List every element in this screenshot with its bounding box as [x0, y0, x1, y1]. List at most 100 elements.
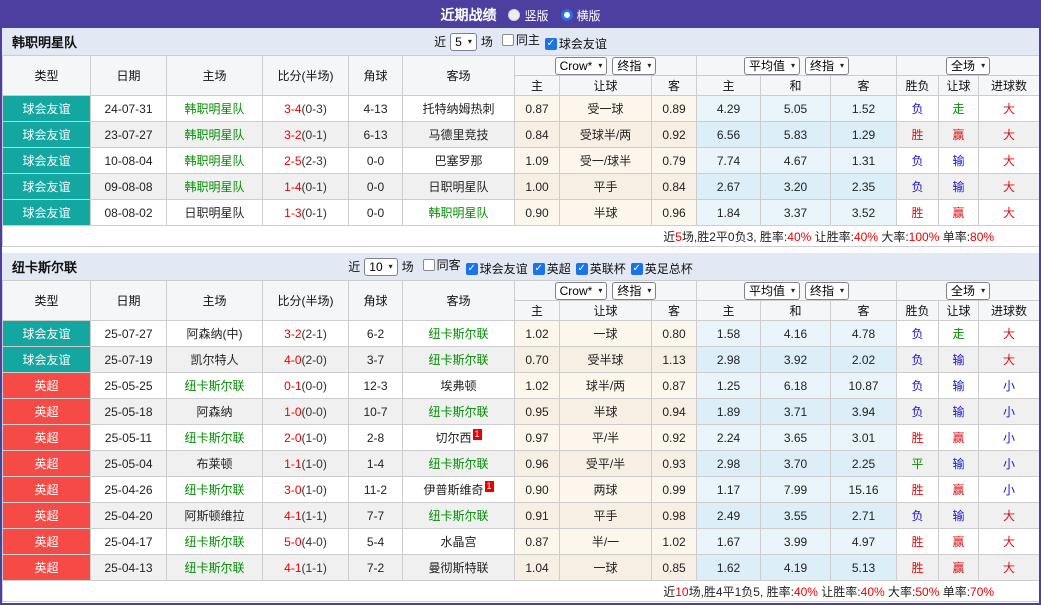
radio-horizontal[interactable]: 横版 [561, 7, 601, 24]
match-type-badge: 英超 [3, 373, 91, 399]
halftime-score: (1-1) [302, 561, 327, 575]
cell-home-team: 韩职明星队 [167, 96, 263, 122]
summary-text: 40% [794, 585, 818, 599]
final-odds-select[interactable]: 终指▾ [612, 57, 656, 75]
filter-checkbox[interactable]: 同客 [423, 256, 461, 273]
radio-vertical-label: 竖版 [524, 7, 548, 24]
away-team-link[interactable]: 切尔西 [435, 431, 471, 445]
home-team-link[interactable]: 韩职明星队 [184, 102, 244, 116]
cell-avg-draw-odds: 4.67 [761, 148, 831, 174]
col-crow-away: 客 [652, 301, 697, 321]
filter-checkbox[interactable]: ✓球会友谊 [545, 35, 607, 52]
cell-avg-draw-odds: 3.70 [761, 451, 831, 477]
home-team-link[interactable]: 韩职明星队 [184, 180, 244, 194]
away-team-link[interactable]: 水晶宫 [440, 535, 476, 549]
away-team-link[interactable]: 伊普斯维奇 [423, 483, 483, 497]
cell-crow-away-odds: 0.85 [652, 555, 697, 581]
home-team-link[interactable]: 日职明星队 [184, 206, 244, 220]
away-team-link[interactable]: 纽卡斯尔联 [428, 353, 488, 367]
final-odds-select[interactable]: 终指▾ [612, 282, 656, 300]
away-team-link[interactable]: 曼彻斯特联 [428, 561, 488, 575]
summary-text: 100% [909, 230, 940, 244]
average-select[interactable]: 平均值▾ [744, 57, 800, 75]
cell-avg-draw-odds: 3.92 [761, 347, 831, 373]
table-row: 英超25-05-18阿森纳1-0(0-0)10-7纽卡斯尔联0.95半球0.94… [3, 399, 1040, 425]
checkbox-label: 同客 [437, 256, 461, 273]
halftime-score: (0-1) [302, 128, 327, 142]
away-team-link[interactable]: 马德里竞技 [428, 128, 488, 142]
cell-home-team: 纽卡斯尔联 [167, 555, 263, 581]
cell-crow-away-odds: 0.93 [652, 451, 697, 477]
match-count-select[interactable]: 10 ▾ [364, 258, 397, 276]
fulltime-select[interactable]: 全场▾ [946, 282, 990, 300]
filter-checkbox[interactable]: 同主 [502, 31, 540, 48]
home-team-link[interactable]: 纽卡斯尔联 [184, 535, 244, 549]
filter-checkbox[interactable]: ✓球会友谊 [466, 260, 528, 277]
away-team-link[interactable]: 纽卡斯尔联 [428, 509, 488, 523]
home-team-link[interactable]: 阿森纳(中) [187, 327, 243, 341]
radio-vertical[interactable]: 竖版 [508, 7, 548, 24]
cell-avg-away-odds: 1.52 [831, 96, 897, 122]
away-team-link[interactable]: 纽卡斯尔联 [428, 457, 488, 471]
cell-crow-away-odds: 0.96 [652, 200, 697, 226]
page-title: 近期战绩 [440, 5, 496, 25]
chevron-down-icon: ▾ [791, 61, 795, 70]
checkbox-label: 英联杯 [590, 260, 626, 277]
table-row: 球会友谊08-08-02日职明星队1-3(0-1)0-0韩职明星队0.90半球0… [3, 200, 1040, 226]
away-team-link[interactable]: 埃弗顿 [440, 379, 476, 393]
away-team-link[interactable]: 日职明星队 [428, 180, 488, 194]
average-select[interactable]: 平均值▾ [744, 282, 800, 300]
home-team-link[interactable]: 纽卡斯尔联 [184, 483, 244, 497]
chevron-down-icon: ▾ [840, 61, 844, 70]
filter-checkbox[interactable]: ✓英联杯 [576, 260, 626, 277]
cell-crow-handicap: 平/半 [560, 425, 652, 451]
home-team-link[interactable]: 布莱顿 [196, 457, 232, 471]
filter-controls: 近 10 ▾ 场 同客✓球会友谊✓英超✓英联杯✓英足总杯 [348, 256, 692, 277]
cell-avg-away-odds: 4.78 [831, 321, 897, 347]
home-team-link[interactable]: 阿斯顿维拉 [184, 509, 244, 523]
home-team-link[interactable]: 纽卡斯尔联 [184, 431, 244, 445]
cell-date: 25-07-19 [91, 347, 167, 373]
away-team-link[interactable]: 纽卡斯尔联 [428, 327, 488, 341]
away-team-link[interactable]: 巴塞罗那 [434, 154, 482, 168]
away-team-link[interactable]: 纽卡斯尔联 [428, 405, 488, 419]
final-odds-select-2[interactable]: 终指▾ [805, 57, 849, 75]
cell-home-team: 日职明星队 [167, 200, 263, 226]
fulltime-select[interactable]: 全场▾ [946, 57, 990, 75]
filter-checkbox[interactable]: ✓英足总杯 [631, 260, 693, 277]
cell-crow-away-odds: 0.87 [652, 373, 697, 399]
cell-avg-away-odds: 2.35 [831, 174, 897, 200]
cell-result-goals: 大 [979, 96, 1040, 122]
summary-text: 场,胜2平0负3, 胜率: [682, 230, 787, 244]
final-odds-select-2[interactable]: 终指▾ [805, 282, 849, 300]
match-count-select[interactable]: 5 ▾ [450, 33, 477, 51]
match-type-badge: 球会友谊 [3, 174, 91, 200]
table-row: 英超25-04-26纽卡斯尔联3-0(1-0)11-2伊普斯维奇10.90两球0… [3, 477, 1040, 503]
cell-avg-draw-odds: 5.05 [761, 96, 831, 122]
home-team-link[interactable]: 纽卡斯尔联 [184, 561, 244, 575]
crow-header-group: Crow*▾ 终指▾ [515, 281, 697, 301]
average-header-group: 平均值▾ 终指▾ [697, 281, 897, 301]
home-team-link[interactable]: 阿森纳 [196, 405, 232, 419]
cell-crow-away-odds: 0.80 [652, 321, 697, 347]
filter-checkbox[interactable]: ✓英超 [533, 260, 571, 277]
away-team-link[interactable]: 韩职明星队 [428, 206, 488, 220]
table-row: 英超25-05-04布莱顿1-1(1-0)1-4纽卡斯尔联0.96受平/半0.9… [3, 451, 1040, 477]
away-team-link[interactable]: 托特纳姆热刺 [422, 102, 494, 116]
bookmaker-select[interactable]: Crow*▾ [555, 57, 608, 75]
near-label: 近 [434, 33, 446, 50]
cell-home-team: 布莱顿 [167, 451, 263, 477]
match-type-badge: 英超 [3, 555, 91, 581]
cell-crow-home-odds: 0.90 [515, 200, 560, 226]
home-team-link[interactable]: 韩职明星队 [184, 128, 244, 142]
fulltime-score: 1-3 [284, 206, 301, 220]
cell-result-goals: 大 [979, 529, 1040, 555]
cell-crow-handicap: 平手 [560, 174, 652, 200]
home-team-link[interactable]: 凯尔特人 [190, 353, 238, 367]
cell-corner: 2-8 [349, 425, 403, 451]
home-team-link[interactable]: 纽卡斯尔联 [184, 379, 244, 393]
cell-home-team: 阿斯顿维拉 [167, 503, 263, 529]
summary-text: 让胜率: [818, 585, 861, 599]
home-team-link[interactable]: 韩职明星队 [184, 154, 244, 168]
bookmaker-select[interactable]: Crow*▾ [555, 282, 608, 300]
